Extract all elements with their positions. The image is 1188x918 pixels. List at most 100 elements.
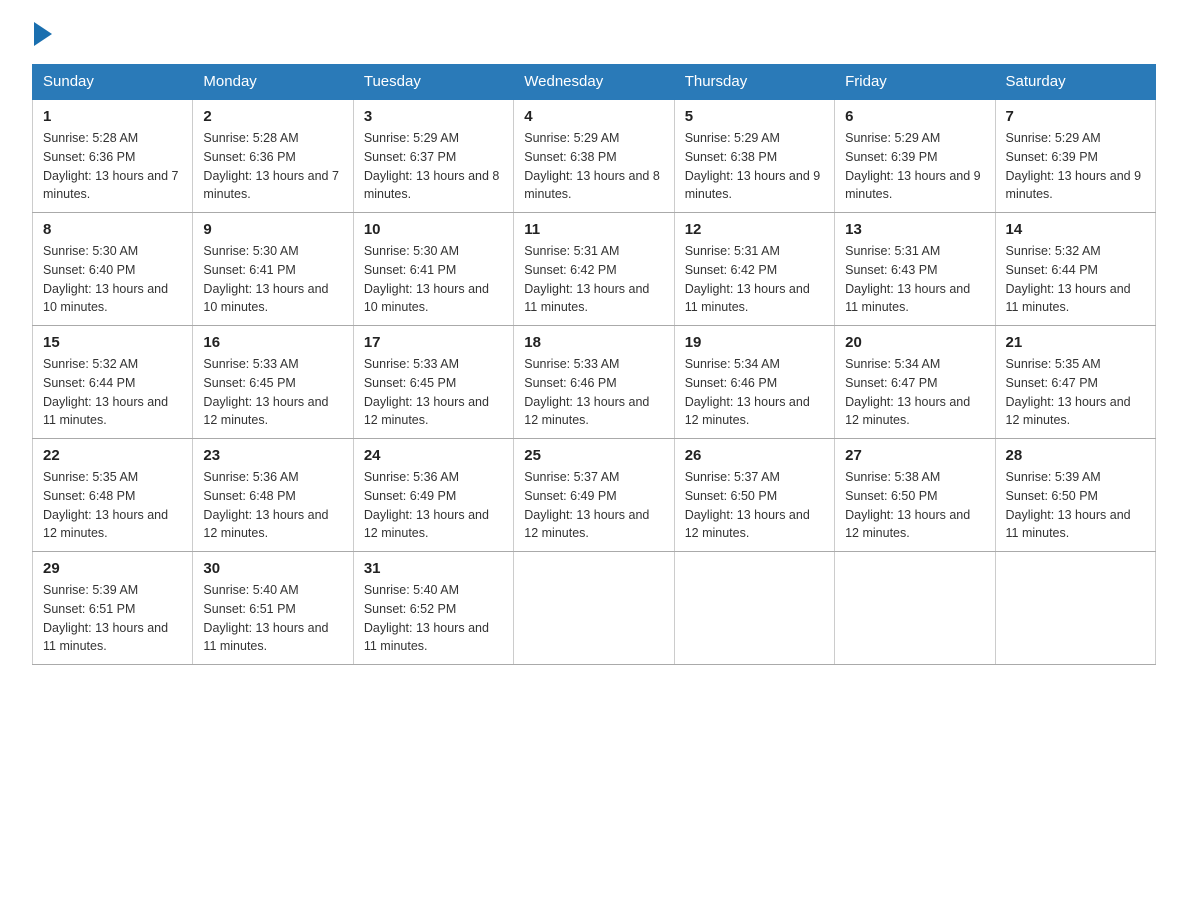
calendar-cell: 12 Sunrise: 5:31 AMSunset: 6:42 PMDaylig…	[674, 213, 834, 326]
calendar-cell: 31 Sunrise: 5:40 AMSunset: 6:52 PMDaylig…	[353, 552, 513, 665]
weekday-header-thursday: Thursday	[674, 65, 834, 100]
day-info: Sunrise: 5:31 AMSunset: 6:42 PMDaylight:…	[524, 244, 649, 314]
day-number: 10	[364, 221, 503, 238]
day-info: Sunrise: 5:39 AMSunset: 6:50 PMDaylight:…	[1006, 470, 1131, 540]
day-number: 14	[1006, 221, 1145, 238]
day-info: Sunrise: 5:29 AMSunset: 6:37 PMDaylight:…	[364, 131, 500, 201]
day-info: Sunrise: 5:37 AMSunset: 6:49 PMDaylight:…	[524, 470, 649, 540]
calendar-cell: 11 Sunrise: 5:31 AMSunset: 6:42 PMDaylig…	[514, 213, 674, 326]
day-number: 28	[1006, 447, 1145, 464]
day-info: Sunrise: 5:30 AMSunset: 6:41 PMDaylight:…	[203, 244, 328, 314]
day-info: Sunrise: 5:30 AMSunset: 6:40 PMDaylight:…	[43, 244, 168, 314]
day-info: Sunrise: 5:33 AMSunset: 6:46 PMDaylight:…	[524, 357, 649, 427]
day-info: Sunrise: 5:37 AMSunset: 6:50 PMDaylight:…	[685, 470, 810, 540]
day-number: 3	[364, 108, 503, 125]
day-info: Sunrise: 5:35 AMSunset: 6:47 PMDaylight:…	[1006, 357, 1131, 427]
calendar-cell: 30 Sunrise: 5:40 AMSunset: 6:51 PMDaylig…	[193, 552, 353, 665]
calendar-cell: 13 Sunrise: 5:31 AMSunset: 6:43 PMDaylig…	[835, 213, 995, 326]
day-info: Sunrise: 5:31 AMSunset: 6:43 PMDaylight:…	[845, 244, 970, 314]
day-number: 27	[845, 447, 984, 464]
day-number: 1	[43, 108, 182, 125]
calendar-cell: 2 Sunrise: 5:28 AMSunset: 6:36 PMDayligh…	[193, 99, 353, 213]
day-number: 16	[203, 334, 342, 351]
day-info: Sunrise: 5:38 AMSunset: 6:50 PMDaylight:…	[845, 470, 970, 540]
calendar-cell: 3 Sunrise: 5:29 AMSunset: 6:37 PMDayligh…	[353, 99, 513, 213]
calendar-cell: 8 Sunrise: 5:30 AMSunset: 6:40 PMDayligh…	[33, 213, 193, 326]
day-number: 29	[43, 560, 182, 577]
day-info: Sunrise: 5:34 AMSunset: 6:47 PMDaylight:…	[845, 357, 970, 427]
day-number: 24	[364, 447, 503, 464]
day-info: Sunrise: 5:39 AMSunset: 6:51 PMDaylight:…	[43, 583, 168, 653]
calendar-cell: 7 Sunrise: 5:29 AMSunset: 6:39 PMDayligh…	[995, 99, 1155, 213]
day-number: 6	[845, 108, 984, 125]
day-info: Sunrise: 5:29 AMSunset: 6:39 PMDaylight:…	[845, 131, 981, 201]
page-header	[32, 24, 1156, 48]
day-info: Sunrise: 5:40 AMSunset: 6:51 PMDaylight:…	[203, 583, 328, 653]
calendar-cell: 26 Sunrise: 5:37 AMSunset: 6:50 PMDaylig…	[674, 439, 834, 552]
day-number: 22	[43, 447, 182, 464]
day-number: 2	[203, 108, 342, 125]
day-number: 5	[685, 108, 824, 125]
day-info: Sunrise: 5:32 AMSunset: 6:44 PMDaylight:…	[1006, 244, 1131, 314]
calendar-cell: 10 Sunrise: 5:30 AMSunset: 6:41 PMDaylig…	[353, 213, 513, 326]
day-info: Sunrise: 5:29 AMSunset: 6:38 PMDaylight:…	[524, 131, 660, 201]
day-number: 30	[203, 560, 342, 577]
calendar-week-row: 1 Sunrise: 5:28 AMSunset: 6:36 PMDayligh…	[33, 99, 1156, 213]
day-number: 17	[364, 334, 503, 351]
calendar-cell: 24 Sunrise: 5:36 AMSunset: 6:49 PMDaylig…	[353, 439, 513, 552]
calendar-cell: 23 Sunrise: 5:36 AMSunset: 6:48 PMDaylig…	[193, 439, 353, 552]
day-info: Sunrise: 5:29 AMSunset: 6:39 PMDaylight:…	[1006, 131, 1142, 201]
logo	[32, 24, 52, 48]
calendar-cell: 16 Sunrise: 5:33 AMSunset: 6:45 PMDaylig…	[193, 326, 353, 439]
calendar-cell	[514, 552, 674, 665]
calendar-week-row: 15 Sunrise: 5:32 AMSunset: 6:44 PMDaylig…	[33, 326, 1156, 439]
calendar-cell: 18 Sunrise: 5:33 AMSunset: 6:46 PMDaylig…	[514, 326, 674, 439]
calendar-cell: 17 Sunrise: 5:33 AMSunset: 6:45 PMDaylig…	[353, 326, 513, 439]
calendar-week-row: 22 Sunrise: 5:35 AMSunset: 6:48 PMDaylig…	[33, 439, 1156, 552]
day-info: Sunrise: 5:28 AMSunset: 6:36 PMDaylight:…	[203, 131, 339, 201]
day-number: 4	[524, 108, 663, 125]
day-info: Sunrise: 5:29 AMSunset: 6:38 PMDaylight:…	[685, 131, 821, 201]
day-number: 26	[685, 447, 824, 464]
day-number: 8	[43, 221, 182, 238]
day-info: Sunrise: 5:32 AMSunset: 6:44 PMDaylight:…	[43, 357, 168, 427]
day-number: 12	[685, 221, 824, 238]
day-info: Sunrise: 5:36 AMSunset: 6:48 PMDaylight:…	[203, 470, 328, 540]
day-number: 31	[364, 560, 503, 577]
calendar-cell: 25 Sunrise: 5:37 AMSunset: 6:49 PMDaylig…	[514, 439, 674, 552]
day-number: 19	[685, 334, 824, 351]
calendar-cell: 14 Sunrise: 5:32 AMSunset: 6:44 PMDaylig…	[995, 213, 1155, 326]
calendar-cell: 22 Sunrise: 5:35 AMSunset: 6:48 PMDaylig…	[33, 439, 193, 552]
calendar-cell: 21 Sunrise: 5:35 AMSunset: 6:47 PMDaylig…	[995, 326, 1155, 439]
day-info: Sunrise: 5:40 AMSunset: 6:52 PMDaylight:…	[364, 583, 489, 653]
day-info: Sunrise: 5:33 AMSunset: 6:45 PMDaylight:…	[364, 357, 489, 427]
day-info: Sunrise: 5:28 AMSunset: 6:36 PMDaylight:…	[43, 131, 179, 201]
day-number: 23	[203, 447, 342, 464]
weekday-header-wednesday: Wednesday	[514, 65, 674, 100]
weekday-header-monday: Monday	[193, 65, 353, 100]
day-number: 20	[845, 334, 984, 351]
calendar-header-row: SundayMondayTuesdayWednesdayThursdayFrid…	[33, 65, 1156, 100]
day-number: 21	[1006, 334, 1145, 351]
day-number: 11	[524, 221, 663, 238]
calendar-cell: 20 Sunrise: 5:34 AMSunset: 6:47 PMDaylig…	[835, 326, 995, 439]
calendar-cell	[995, 552, 1155, 665]
calendar-cell: 5 Sunrise: 5:29 AMSunset: 6:38 PMDayligh…	[674, 99, 834, 213]
weekday-header-sunday: Sunday	[33, 65, 193, 100]
calendar-cell: 28 Sunrise: 5:39 AMSunset: 6:50 PMDaylig…	[995, 439, 1155, 552]
calendar-cell: 29 Sunrise: 5:39 AMSunset: 6:51 PMDaylig…	[33, 552, 193, 665]
calendar-cell: 27 Sunrise: 5:38 AMSunset: 6:50 PMDaylig…	[835, 439, 995, 552]
weekday-header-tuesday: Tuesday	[353, 65, 513, 100]
weekday-header-saturday: Saturday	[995, 65, 1155, 100]
calendar-cell: 19 Sunrise: 5:34 AMSunset: 6:46 PMDaylig…	[674, 326, 834, 439]
day-info: Sunrise: 5:31 AMSunset: 6:42 PMDaylight:…	[685, 244, 810, 314]
calendar-cell: 4 Sunrise: 5:29 AMSunset: 6:38 PMDayligh…	[514, 99, 674, 213]
day-info: Sunrise: 5:30 AMSunset: 6:41 PMDaylight:…	[364, 244, 489, 314]
day-number: 7	[1006, 108, 1145, 125]
day-info: Sunrise: 5:35 AMSunset: 6:48 PMDaylight:…	[43, 470, 168, 540]
day-number: 13	[845, 221, 984, 238]
calendar-week-row: 8 Sunrise: 5:30 AMSunset: 6:40 PMDayligh…	[33, 213, 1156, 326]
calendar-cell: 6 Sunrise: 5:29 AMSunset: 6:39 PMDayligh…	[835, 99, 995, 213]
weekday-header-friday: Friday	[835, 65, 995, 100]
logo-arrow-icon	[34, 22, 52, 46]
